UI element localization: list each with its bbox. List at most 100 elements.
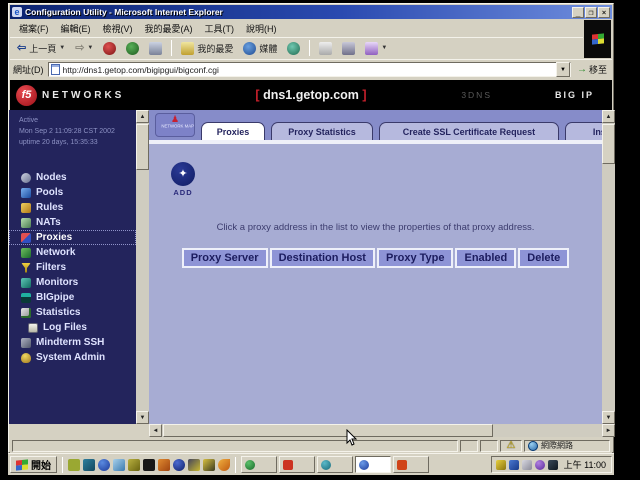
tray-icon[interactable] [548,460,558,470]
scrollbar-thumb[interactable] [602,124,615,164]
tab-create-ssl-certificate-request[interactable]: Create SSL Certificate Request [379,122,559,140]
edit-button[interactable]: ▼ [361,41,391,56]
bigpipe-icon [21,293,31,303]
internet-zone-icon [528,441,538,451]
menu-favorites[interactable]: 我的最愛(A) [140,21,198,36]
monitors-icon [21,278,31,288]
quick-launch-icon[interactable] [218,459,230,471]
sidebar-item-statistics[interactable]: Statistics [9,305,136,320]
content-vertical-scrollbar[interactable]: ▲ ▼ [602,110,615,424]
back-dropdown-icon[interactable]: ▼ [59,45,65,51]
main-content: ♟ NETWORK MAP Proxies Proxy Statistics C… [149,110,602,424]
scrollbar-thumb[interactable] [163,424,493,437]
quick-launch-icon[interactable] [128,459,140,471]
scroll-down-icon[interactable]: ▼ [602,411,615,424]
task-app-icon [283,460,293,470]
address-bar: 網址(D) ▼ → 移至 [10,59,612,79]
hostname-banner: [ dns1.getop.com ] [10,88,612,102]
ie-window-icon: e [12,7,22,17]
add-button-label: ADD [171,188,195,197]
sidebar-item-nodes[interactable]: Nodes [9,170,136,185]
add-button[interactable]: ✦ [171,162,195,186]
menu-bar: 檔案(F) 編輯(E) 檢視(V) 我的最愛(A) 工具(T) 說明(H) [10,20,583,36]
menu-view[interactable]: 檢視(V) [98,21,138,36]
sidebar-item-rules[interactable]: Rules [9,200,136,215]
quick-launch-icon[interactable] [143,459,155,471]
tab-install-ssl-certificate[interactable]: Install SSL Certifi [565,122,602,140]
rules-icon [21,203,31,213]
history-button[interactable] [283,41,304,56]
favorites-button[interactable]: 我的最愛 [177,41,237,56]
task-button[interactable] [393,456,429,473]
tray-icon[interactable] [522,460,532,470]
scroll-down-icon[interactable]: ▼ [136,411,149,424]
taskbar-divider [235,457,236,473]
content-horizontal-scrollbar[interactable]: ◄ ► [149,424,615,437]
minimize-button[interactable]: _ [572,7,584,18]
quick-launch-icon[interactable] [173,459,185,471]
mail-button[interactable] [315,41,336,56]
scrollbar-thumb[interactable] [136,124,149,170]
task-button[interactable] [279,456,315,473]
quick-launch-icon[interactable] [68,459,80,471]
forward-arrow-icon: ⇨ [75,43,84,54]
quick-launch-icon[interactable] [188,459,200,471]
sidebar-scrollbar[interactable]: ▲ ▼ [136,110,149,424]
scroll-up-icon[interactable]: ▲ [602,110,615,123]
quick-launch-icon[interactable] [113,459,125,471]
close-button[interactable]: × [598,7,610,18]
task-button-active[interactable] [355,456,391,473]
quick-launch-icon[interactable] [83,459,95,471]
go-button[interactable]: → 移至 [575,63,609,76]
tray-icon[interactable] [496,460,506,470]
menu-tools[interactable]: 工具(T) [200,21,240,36]
address-input[interactable] [63,65,556,75]
tray-icon[interactable] [509,460,519,470]
sidebar-item-mindterm-ssh[interactable]: Mindterm SSH [9,335,136,350]
sidebar-item-monitors[interactable]: Monitors [9,275,136,290]
ssh-icon [21,338,31,348]
start-button[interactable]: 開始 [10,456,57,473]
maximize-button[interactable]: ❐ [585,7,597,18]
tray-icon[interactable] [535,460,545,470]
scroll-right-icon[interactable]: ► [602,424,615,437]
print-button[interactable] [338,41,359,56]
quick-launch-icon[interactable] [98,459,110,471]
nats-icon [21,218,31,228]
media-button[interactable]: 媒體 [239,41,281,56]
quick-launch-icon[interactable] [203,459,215,471]
refresh-button[interactable] [122,41,143,56]
edit-dropdown-icon[interactable]: ▼ [381,45,387,51]
home-button[interactable] [145,41,166,56]
task-button[interactable] [317,456,353,473]
forward-button[interactable]: ⇨ ▼ [71,42,97,55]
tab-proxies[interactable]: Proxies [201,122,265,140]
quick-launch-icon[interactable] [158,459,170,471]
menu-help[interactable]: 說明(H) [241,21,282,36]
internet-zone-label: 網際網路 [541,440,573,451]
sidebar-item-proxies[interactable]: Proxies [9,230,136,245]
sidebar-item-pools[interactable]: Pools [9,185,136,200]
address-dropdown-icon[interactable]: ▼ [556,62,570,77]
mail-icon [319,42,332,55]
print-icon [342,42,355,55]
scroll-up-icon[interactable]: ▲ [136,110,149,123]
menu-edit[interactable]: 編輯(E) [56,21,96,36]
statistics-icon [21,308,31,318]
tab-baseline [149,140,602,144]
sidebar-item-system-admin[interactable]: System Admin [9,350,136,365]
scroll-left-icon[interactable]: ◄ [149,424,162,437]
sidebar-item-filters[interactable]: Filters [9,260,136,275]
stop-button[interactable] [99,41,120,56]
menu-file[interactable]: 檔案(F) [14,21,54,36]
sidebar-item-nats[interactable]: NATs [9,215,136,230]
forward-dropdown-icon[interactable]: ▼ [87,45,93,51]
network-map-button[interactable]: ♟ NETWORK MAP [155,113,195,137]
sidebar-item-log-files[interactable]: Log Files [9,320,136,335]
task-button[interactable] [241,456,277,473]
sidebar-item-bigpipe[interactable]: BIGpipe [9,290,136,305]
back-button[interactable]: ⇦ 上一頁 ▼ [13,41,69,56]
tab-proxy-statistics[interactable]: Proxy Statistics [271,122,373,140]
task-app-icon [321,460,331,470]
sidebar-item-network[interactable]: Network [9,245,136,260]
